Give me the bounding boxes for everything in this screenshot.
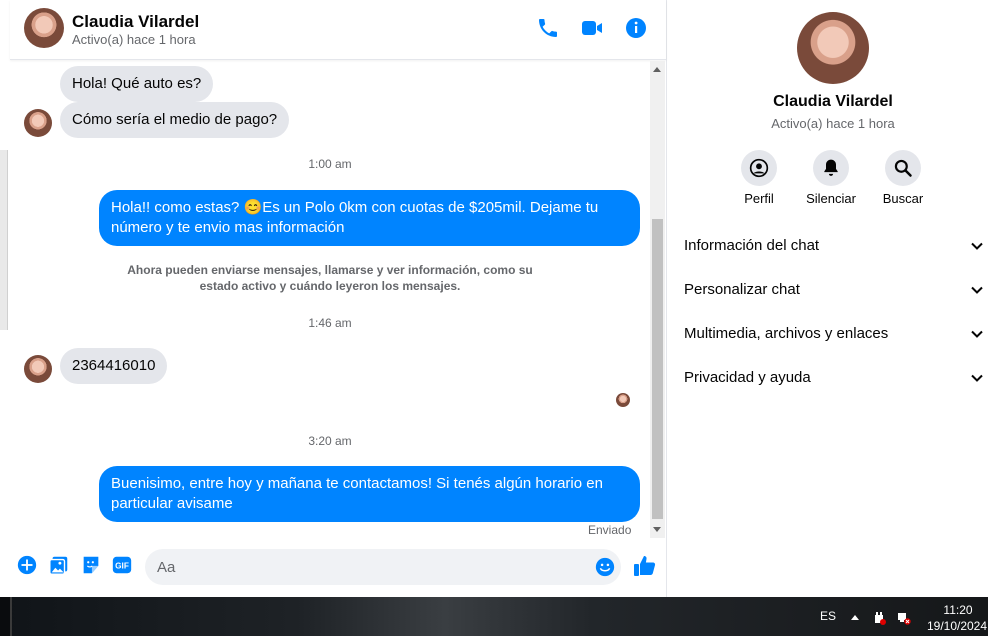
panel-contact-status: Activo(a) hace 1 hora — [771, 116, 895, 131]
seen-indicator-avatar — [616, 393, 630, 407]
info-icon[interactable] — [624, 16, 648, 40]
like-icon[interactable] — [633, 554, 657, 578]
gif-icon[interactable]: GIF — [111, 554, 133, 576]
clock-date[interactable]: 19/10/2024 — [926, 619, 988, 633]
image-icon[interactable] — [48, 554, 70, 576]
contact-large-avatar[interactable] — [797, 12, 869, 84]
scroll-down-arrow-icon[interactable] — [653, 527, 661, 532]
plus-icon[interactable] — [16, 554, 38, 576]
chat-scrollbar[interactable] — [650, 61, 665, 538]
conversation-info-panel: Claudia Vilardel Activo(a) hace 1 hora P… — [668, 0, 988, 597]
panel-contact-name: Claudia Vilardel — [773, 93, 893, 110]
taskbar: ES 11:20 19/10/2024 — [0, 597, 988, 636]
mute-button[interactable]: Silenciar — [796, 150, 866, 206]
section-label: Personalizar chat — [684, 281, 800, 298]
sticker-icon[interactable] — [80, 554, 102, 576]
video-icon[interactable] — [580, 16, 604, 40]
section-label: Privacidad y ayuda — [684, 369, 811, 386]
outgoing-message[interactable]: Buenisimo, entre hoy y mañana te contact… — [99, 466, 640, 522]
contact-small-avatar — [24, 109, 52, 137]
window-edge-scroll[interactable] — [0, 150, 8, 330]
contact-status: Activo(a) hace 1 hora — [72, 32, 196, 47]
contact-avatar[interactable] — [24, 8, 64, 48]
power-plug-icon[interactable] — [872, 611, 886, 625]
section-privacy-help[interactable]: Privacidad y ayuda — [684, 361, 984, 395]
phone-icon[interactable] — [536, 16, 560, 40]
scroll-up-arrow-icon[interactable] — [653, 67, 661, 72]
network-disconnected-icon[interactable] — [897, 611, 911, 625]
section-customize-chat[interactable]: Personalizar chat — [684, 273, 984, 307]
section-chat-info[interactable]: Información del chat — [684, 229, 984, 263]
timestamp: 3:20 am — [308, 434, 352, 448]
emoji-icon[interactable] — [595, 557, 615, 577]
message-list[interactable]: Hola! Qué auto es? Cómo sería el medio d… — [10, 61, 650, 538]
chevron-down-icon — [971, 374, 983, 382]
incoming-message[interactable]: 2364416010 — [60, 348, 168, 384]
contact-small-avatar — [24, 355, 52, 383]
bell-icon — [824, 159, 838, 176]
chevron-down-icon — [971, 242, 983, 250]
search-label: Buscar — [882, 191, 924, 206]
incoming-message[interactable]: Hola! Qué auto es? — [60, 66, 214, 102]
gif-label: GIF — [115, 562, 129, 571]
profile-button[interactable]: Perfil — [724, 150, 794, 206]
timestamp: 1:00 am — [308, 157, 352, 171]
scroll-thumb[interactable] — [652, 219, 663, 519]
section-label: Multimedia, archivos y enlaces — [684, 325, 889, 342]
language-indicator[interactable]: ES — [820, 609, 836, 623]
chevron-down-icon — [971, 330, 983, 338]
section-label: Información del chat — [684, 237, 820, 254]
outgoing-message[interactable]: Hola!! como estas? 😊Es un Polo 0km con c… — [99, 190, 640, 246]
section-media-files-links[interactable]: Multimedia, archivos y enlaces — [684, 317, 984, 351]
contact-name[interactable]: Claudia Vilardel — [72, 12, 199, 32]
composer: GIF — [10, 545, 666, 590]
profile-label: Perfil — [744, 191, 774, 206]
chat-header: Claudia Vilardel Activo(a) hace 1 hora — [10, 0, 666, 60]
search-icon — [894, 159, 912, 177]
mute-label: Silenciar — [806, 191, 856, 206]
message-input[interactable] — [145, 549, 621, 585]
system-note: Ahora pueden enviarse mensajes, llamarse… — [127, 263, 533, 293]
incoming-message[interactable]: Cómo sería el medio de pago? — [60, 102, 290, 138]
search-button[interactable]: Buscar — [868, 150, 938, 206]
sent-status: Enviado — [588, 523, 632, 537]
show-hidden-icons-icon[interactable] — [851, 615, 859, 620]
clock-time[interactable]: 11:20 — [930, 603, 986, 617]
timestamp: 1:46 am — [308, 316, 352, 330]
chevron-down-icon — [971, 286, 983, 294]
chat-pane: Claudia Vilardel Activo(a) hace 1 hora H… — [0, 0, 667, 597]
start-button[interactable] — [0, 597, 12, 636]
profile-icon — [749, 158, 769, 178]
